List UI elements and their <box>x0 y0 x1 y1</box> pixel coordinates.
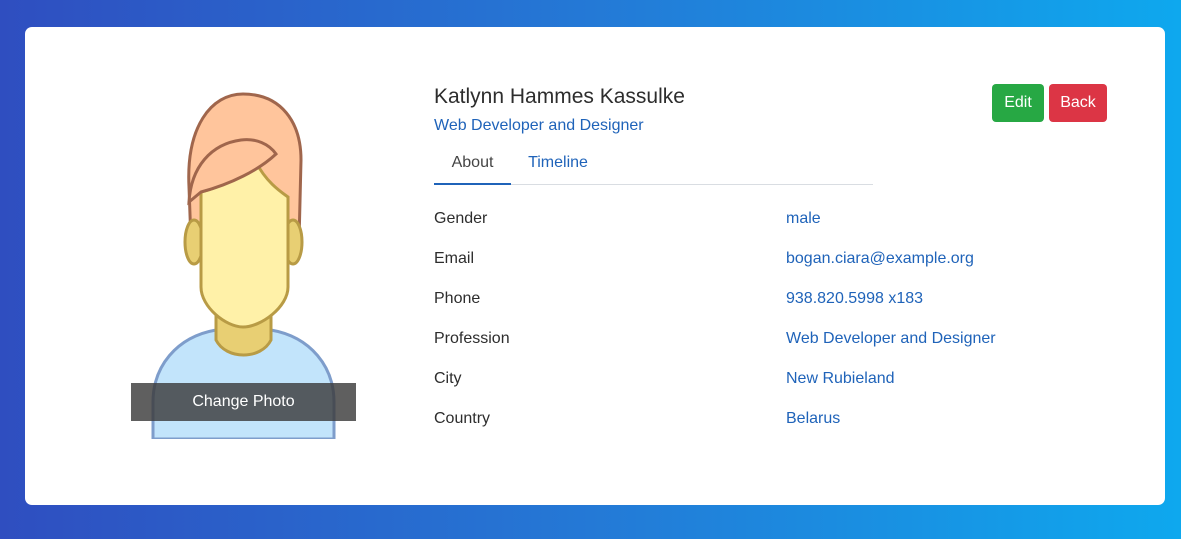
detail-row-profession: Profession Web Developer and Designer <box>434 330 1074 354</box>
detail-label: Email <box>434 250 475 267</box>
edit-button[interactable]: Edit <box>992 84 1044 122</box>
detail-value: bogan.ciara@example.org <box>786 250 974 267</box>
detail-label: Profession <box>434 330 510 347</box>
detail-value: Belarus <box>786 410 841 427</box>
change-photo-button[interactable]: Change Photo <box>131 383 356 421</box>
avatar[interactable]: Change Photo <box>131 82 356 439</box>
detail-value: male <box>786 210 821 227</box>
detail-label: Phone <box>434 290 481 307</box>
detail-row-city: City New Rubieland <box>434 370 1074 394</box>
detail-value: New Rubieland <box>786 370 895 387</box>
detail-row-email: Email bogan.ciara@example.org <box>434 250 1074 274</box>
back-button[interactable]: Back <box>1049 84 1107 122</box>
detail-row-phone: Phone 938.820.5998 x183 <box>434 290 1074 314</box>
tab-timeline[interactable]: Timeline <box>519 148 597 184</box>
detail-row-gender: Gender male <box>434 210 1074 234</box>
profile-card: Change Photo Katlynn Hammes Kassulke Web… <box>25 27 1165 505</box>
profile-title: Web Developer and Designer <box>434 117 644 134</box>
profile-name: Katlynn Hammes Kassulke <box>434 85 685 108</box>
detail-row-country: Country Belarus <box>434 410 1074 434</box>
profile-tabs: About Timeline <box>434 148 873 185</box>
detail-value: Web Developer and Designer <box>786 330 996 347</box>
detail-label: Country <box>434 410 491 427</box>
detail-value: 938.820.5998 x183 <box>786 290 924 307</box>
detail-label: City <box>434 370 462 387</box>
tab-about[interactable]: About <box>434 148 511 185</box>
detail-label: Gender <box>434 210 488 227</box>
